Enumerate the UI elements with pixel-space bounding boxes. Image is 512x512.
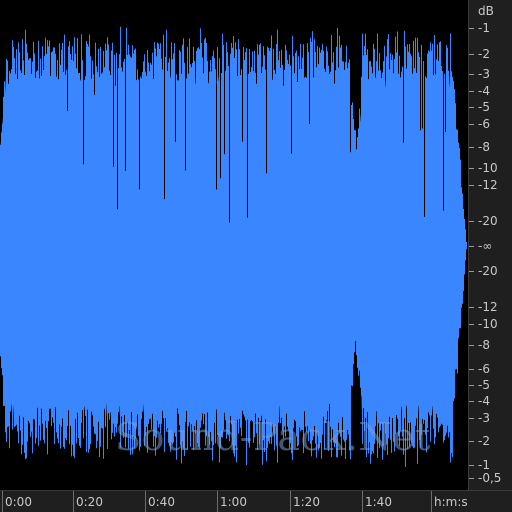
time-tick [362, 491, 363, 512]
db-label: -2 [478, 47, 490, 61]
db-label: -10 [478, 161, 498, 175]
db-tick [469, 246, 474, 247]
db-label: -1 [478, 458, 490, 472]
time-tick [290, 491, 291, 512]
db-tick [469, 107, 474, 108]
db-tick [469, 478, 474, 479]
db-tick [469, 401, 474, 402]
time-tick [217, 491, 218, 512]
time-tick [145, 491, 146, 512]
time-label: 0:20 [76, 495, 103, 509]
db-tick [469, 54, 474, 55]
db-label: -2 [478, 434, 490, 448]
db-tick [469, 441, 474, 442]
db-tick [469, 28, 474, 29]
db-tick [469, 124, 474, 125]
db-tick [469, 369, 474, 370]
db-label: -8 [478, 338, 490, 352]
db-label: -0,5 [478, 471, 502, 485]
db-tick [469, 307, 474, 308]
time-label: 1:40 [365, 495, 392, 509]
db-tick [469, 385, 474, 386]
db-tick [469, 465, 474, 466]
db-unit-label: dB [478, 4, 494, 18]
db-label: -6 [478, 362, 490, 376]
db-label: -12 [478, 300, 498, 314]
db-label: -12 [478, 178, 498, 192]
time-label: 1:00 [220, 495, 247, 509]
db-label: -1 [478, 21, 490, 35]
db-tick [469, 147, 474, 148]
db-label: -20 [478, 264, 498, 278]
db-label: -4 [478, 394, 490, 408]
db-label: -5 [478, 100, 490, 114]
db-label: -10 [478, 317, 498, 331]
db-tick [469, 221, 474, 222]
db-label: -6 [478, 117, 490, 131]
time-label: 1:20 [293, 495, 320, 509]
time-ruler: 0:00 0:20 0:40 1:00 1:20 1:40 h:m:s [0, 490, 512, 512]
db-center-label: -∞ [478, 239, 493, 253]
time-tick [73, 491, 74, 512]
db-tick [469, 185, 474, 186]
db-label: -20 [478, 214, 498, 228]
waveform-bars [0, 26, 467, 467]
db-tick [469, 271, 474, 272]
db-label: -5 [478, 378, 490, 392]
time-label: 0:40 [148, 495, 175, 509]
db-label: -4 [478, 84, 490, 98]
db-scale-ruler: dB -1 -2 -3 -4 -5 -6 -8 -10 -12 -20 -∞ -… [468, 0, 512, 490]
waveform-view[interactable]: Sound-Pack.Net [0, 0, 468, 490]
db-label: -3 [478, 67, 490, 81]
watermark-text: Sound-Pack.Net [115, 415, 431, 459]
db-tick [469, 324, 474, 325]
db-tick [469, 345, 474, 346]
db-tick [469, 91, 474, 92]
db-tick [469, 168, 474, 169]
time-tick [431, 491, 432, 512]
db-label: -3 [478, 411, 490, 425]
db-tick [469, 74, 474, 75]
db-tick [469, 418, 474, 419]
db-label: -8 [478, 140, 490, 154]
time-label: 0:00 [5, 495, 32, 509]
time-tick [2, 491, 3, 512]
time-unit-label: h:m:s [434, 495, 468, 509]
